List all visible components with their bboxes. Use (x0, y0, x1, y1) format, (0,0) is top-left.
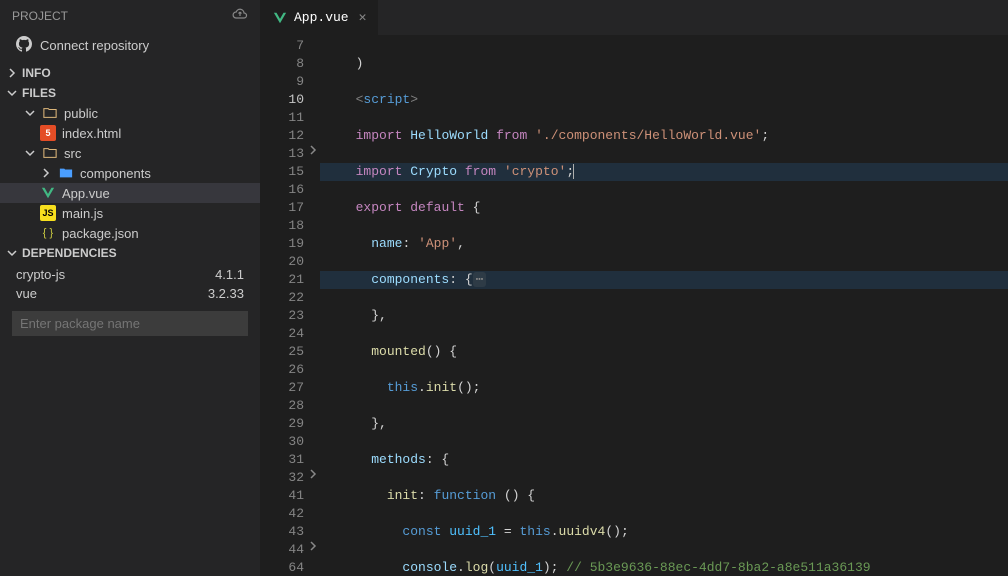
file-label: index.html (62, 126, 121, 141)
dep-version: 3.2.33 (208, 286, 244, 301)
folder-icon (42, 145, 58, 161)
file-package-json[interactable]: { } package.json (0, 223, 260, 243)
file-label: main.js (62, 206, 103, 221)
folder-components[interactable]: components (0, 163, 260, 183)
file-app-vue[interactable]: App.vue (0, 183, 260, 203)
deps-list: crypto-js 4.1.1 vue 3.2.33 (0, 263, 260, 305)
fold-chevron-icon[interactable] (308, 469, 318, 487)
gutter: 7891011121315161718192021222324252627282… (260, 35, 320, 576)
dep-item[interactable]: crypto-js 4.1.1 (12, 265, 248, 284)
info-section[interactable]: INFO (0, 63, 260, 83)
vue-icon (272, 10, 288, 26)
file-label: App.vue (62, 186, 110, 201)
deps-label: DEPENDENCIES (22, 246, 117, 260)
tab-label: App.vue (294, 10, 349, 25)
fold-chevron-icon[interactable] (308, 145, 318, 163)
folder-public[interactable]: public (0, 103, 260, 123)
files-section[interactable]: FILES (0, 83, 260, 103)
file-main-js[interactable]: JS main.js (0, 203, 260, 223)
folder-src[interactable]: src (0, 143, 260, 163)
dep-name: crypto-js (16, 267, 65, 282)
folder-label: src (64, 146, 81, 161)
code-content[interactable]: ) <script> import HelloWorld from './com… (320, 35, 1008, 576)
html-icon: 5 (40, 125, 56, 141)
dep-item[interactable]: vue 3.2.33 (12, 284, 248, 303)
file-label: package.json (62, 226, 139, 241)
chevron-down-icon (24, 107, 36, 119)
chevron-right-icon (6, 67, 18, 79)
cloud-icon[interactable] (232, 6, 248, 25)
js-icon: JS (40, 205, 56, 221)
connect-repository[interactable]: Connect repository (0, 31, 260, 63)
sidebar: PROJECT Connect repository INFO FILES (0, 0, 260, 576)
vue-icon (40, 185, 56, 201)
dep-version: 4.1.1 (215, 267, 244, 282)
folder-label: public (64, 106, 98, 121)
github-icon (16, 36, 32, 55)
dependencies-section[interactable]: DEPENDENCIES (0, 243, 260, 263)
chevron-down-icon (6, 87, 18, 99)
package-input[interactable] (12, 311, 248, 336)
folder-label: components (80, 166, 151, 181)
tab-bar: App.vue ✕ (260, 0, 1008, 35)
tab-app-vue[interactable]: App.vue ✕ (260, 0, 379, 35)
folder-icon (42, 105, 58, 121)
chevron-down-icon (24, 147, 36, 159)
connect-repo-label: Connect repository (40, 38, 149, 53)
project-label: PROJECT (12, 9, 68, 23)
editor: App.vue ✕ 789101112131516171819202122232… (260, 0, 1008, 576)
file-index-html[interactable]: 5 index.html (0, 123, 260, 143)
dep-name: vue (16, 286, 37, 301)
files-label: FILES (22, 86, 56, 100)
info-label: INFO (22, 66, 51, 80)
json-icon: { } (40, 225, 56, 241)
folder-icon (58, 165, 74, 181)
project-header: PROJECT (0, 0, 260, 31)
chevron-right-icon (40, 167, 52, 179)
code-area[interactable]: 7891011121315161718192021222324252627282… (260, 35, 1008, 576)
fold-chevron-icon[interactable] (308, 541, 318, 559)
close-icon[interactable]: ✕ (359, 10, 367, 25)
chevron-down-icon (6, 247, 18, 259)
